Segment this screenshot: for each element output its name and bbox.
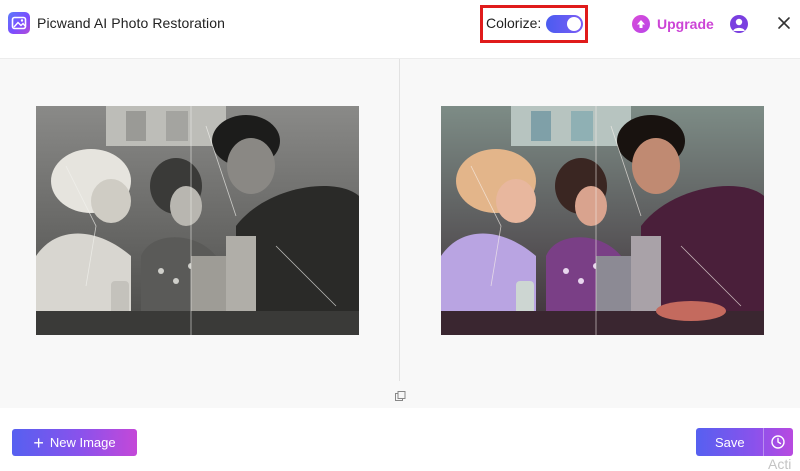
- upgrade-button[interactable]: Upgrade: [632, 14, 714, 34]
- app-window: Picwand AI Photo Restoration Colorize: U…: [0, 0, 800, 471]
- colorized-photo: [441, 106, 764, 335]
- clock-icon[interactable]: [770, 434, 786, 450]
- save-button-separator: [763, 428, 764, 456]
- new-image-label: New Image: [49, 435, 116, 450]
- save-label: Save: [715, 435, 745, 450]
- picwand-logo-icon: [8, 12, 30, 34]
- toggle-knob: [567, 17, 581, 31]
- activation-watermark: Acti: [768, 456, 792, 471]
- colorize-toggle[interactable]: [546, 15, 583, 33]
- colorize-label: Colorize:: [486, 15, 542, 31]
- save-button[interactable]: Save: [696, 428, 793, 456]
- app-title: Picwand AI Photo Restoration: [37, 15, 226, 31]
- preview-area: [0, 58, 800, 382]
- plus-icon: +: [33, 432, 44, 453]
- original-photo: [36, 106, 359, 335]
- user-avatar-icon[interactable]: [730, 15, 748, 33]
- close-icon[interactable]: [777, 16, 791, 30]
- new-image-button[interactable]: + New Image: [12, 429, 137, 456]
- compare-icon[interactable]: [395, 389, 406, 401]
- upgrade-label: Upgrade: [657, 16, 714, 32]
- header: Picwand AI Photo Restoration Colorize: U…: [0, 0, 800, 48]
- preview-divider: [399, 59, 400, 381]
- arrow-up-circle-icon: [632, 15, 650, 33]
